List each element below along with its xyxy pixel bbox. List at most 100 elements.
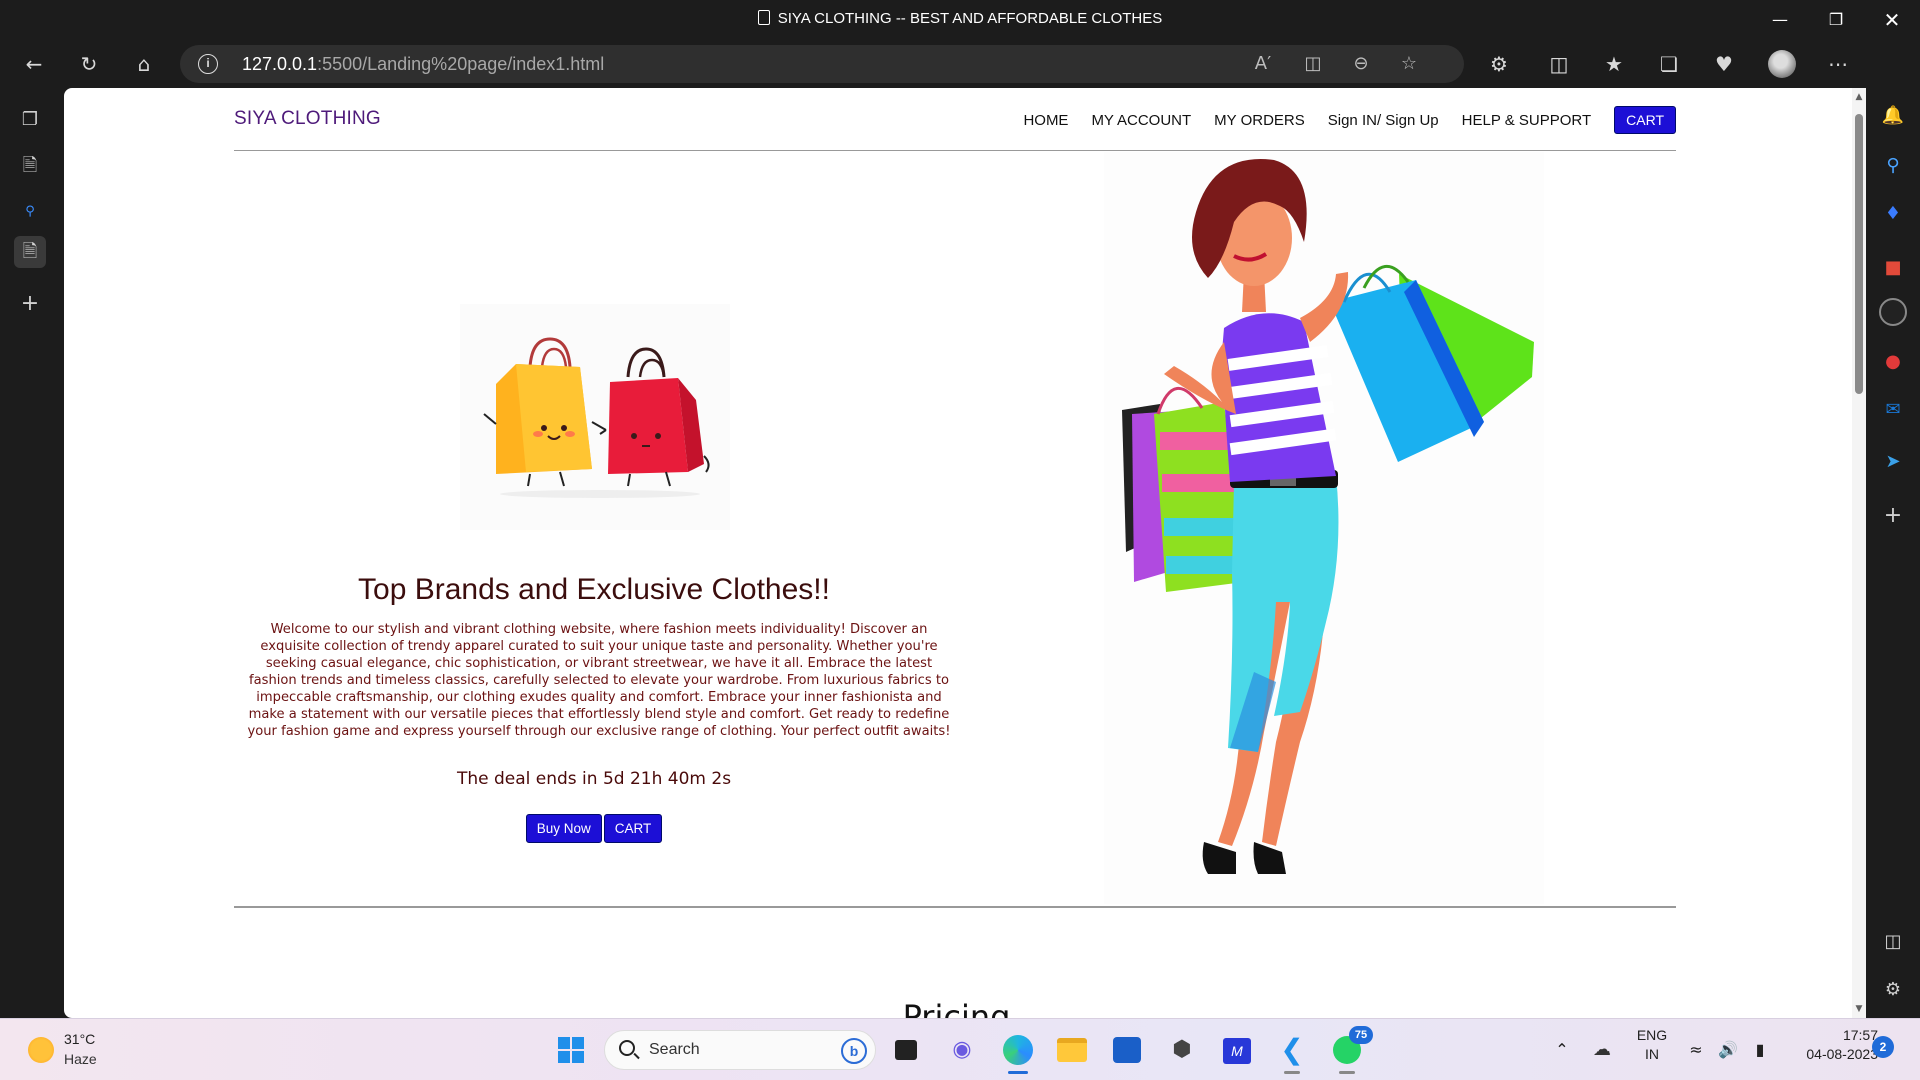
search-icon (619, 1040, 635, 1056)
vertical-tabs-sidebar: ❐ 🗎 ⚲ 🗎 + (0, 88, 64, 1018)
site-brand[interactable]: SIYA CLOTHING (234, 108, 381, 130)
nav-sign-in[interactable]: Sign IN/ Sign Up (1328, 112, 1439, 129)
window-title: SIYA CLOTHING -- BEST AND AFFORDABLE CLO… (0, 10, 1920, 27)
home-icon[interactable]: ⌂ (128, 48, 160, 80)
buy-now-button[interactable]: Buy Now (525, 814, 602, 843)
clock[interactable]: 17:57 04-08-2023 (1782, 1027, 1878, 1062)
tab-page-icon[interactable]: 🗎 (14, 150, 46, 182)
more-options-icon[interactable]: ⋯ (1822, 48, 1854, 80)
site-navbar: SIYA CLOTHING HOME MY ACCOUNT MY ORDERS … (234, 88, 1676, 151)
profile-avatar[interactable] (1766, 48, 1798, 80)
scrollbar-thumb[interactable] (1855, 114, 1863, 394)
weather-widget[interactable]: 31°C Haze (22, 1029, 142, 1073)
show-hidden-icons-icon[interactable]: ⌃ (1542, 1030, 1582, 1070)
clock-date: 04-08-2023 (1806, 1046, 1878, 1062)
shopping-bags-illustration (460, 304, 730, 530)
close-button[interactable]: ✕ (1864, 0, 1920, 40)
edge-taskbar-icon[interactable] (998, 1030, 1038, 1074)
sidebar-search-icon[interactable]: ⚲ (1877, 150, 1909, 182)
favorite-star-icon[interactable]: ☆ (1394, 49, 1424, 79)
sidebar-settings-icon[interactable]: ⚙ (1877, 974, 1909, 1006)
nav-cart-button[interactable]: CART (1614, 106, 1676, 134)
url-host: 127.0.0.1 (242, 54, 318, 74)
nav-my-orders[interactable]: MY ORDERS (1214, 112, 1305, 129)
refresh-icon[interactable]: ↻ (73, 48, 105, 80)
outlook-icon[interactable]: ✉ (1877, 394, 1909, 426)
zoom-out-icon[interactable]: ⊖ (1346, 49, 1376, 79)
window-title-bar: SIYA CLOTHING -- BEST AND AFFORDABLE CLO… (0, 0, 1920, 40)
onedrive-cloud-icon[interactable]: ☁ (1582, 1030, 1622, 1070)
split-screen-icon[interactable]: ◫ (1543, 48, 1575, 80)
taskbar-search[interactable]: Search b (604, 1030, 876, 1070)
unity-hub-icon[interactable]: ⬢ (1162, 1030, 1202, 1070)
page-viewport: SIYA CLOTHING HOME MY ACCOUNT MY ORDERS … (64, 88, 1866, 1018)
favorites-icon[interactable]: ★ (1598, 48, 1630, 80)
nav-links: HOME MY ACCOUNT MY ORDERS Sign IN/ Sign … (1000, 106, 1676, 134)
windows-taskbar: 31°C Haze Search b ◉ ⬢ M ❮ 75 ⌃ ☁ ENG IN … (0, 1018, 1920, 1080)
deal-countdown: The deal ends in 5d 21h 40m 2s (456, 769, 732, 789)
scroll-down-icon[interactable]: ▼ (1854, 1004, 1864, 1014)
new-tab-icon[interactable]: + (14, 288, 46, 320)
restore-button[interactable]: ❐ (1808, 0, 1864, 40)
notifications-bell-icon[interactable]: 🔔 (1877, 100, 1909, 132)
mathway-icon[interactable]: M (1217, 1030, 1257, 1070)
hide-sidebar-icon[interactable]: ◫ (1877, 926, 1909, 958)
hero-section: Top Brands and Exclusive Clothes!! Welco… (234, 151, 954, 903)
tools-icon[interactable]: ■ (1877, 252, 1909, 284)
nav-my-account[interactable]: MY ACCOUNT (1091, 112, 1191, 129)
file-explorer-icon[interactable] (1052, 1030, 1092, 1070)
vscode-icon[interactable]: ❮ (1272, 1030, 1312, 1074)
microsoft-store-icon[interactable] (1107, 1030, 1147, 1070)
teams-chat-icon[interactable]: ◉ (942, 1030, 982, 1070)
drop-icon[interactable]: ➤ (1877, 446, 1909, 478)
minimize-button[interactable]: — (1752, 0, 1808, 40)
site-info-icon[interactable]: i (198, 54, 218, 74)
edge-active-indicator (1008, 1071, 1028, 1074)
search-label: Search (649, 1041, 700, 1058)
url-path: :5500/Landing%20page/index1.html (317, 54, 605, 74)
nav-home[interactable]: HOME (1023, 112, 1068, 129)
active-tab-icon[interactable]: 🗎 (14, 236, 46, 268)
hero-title: Top Brands and Exclusive Clothes!! (358, 573, 830, 606)
tab-search-icon[interactable]: ⚲ (14, 196, 46, 228)
address-bar[interactable]: i 127.0.0.1:5500/Landing%20page/index1.h… (180, 45, 1464, 83)
document-icon (757, 10, 770, 25)
games-icon[interactable] (1877, 298, 1909, 330)
collections-icon[interactable]: ❏ (1653, 48, 1685, 80)
add-sidebar-app-icon[interactable]: + (1877, 500, 1909, 532)
vscode-open-indicator (1284, 1071, 1300, 1074)
haze-sun-icon (28, 1037, 54, 1063)
woman-shopping-illustration (1104, 152, 1544, 904)
games-character-icon[interactable]: ● (1877, 346, 1909, 378)
page-scrollbar[interactable]: ▲ ▼ (1852, 88, 1866, 1018)
weather-condition: Haze (64, 1051, 97, 1067)
pricing-heading: Pricing (902, 998, 1011, 1018)
immersive-reader-icon[interactable]: ◫ (1298, 49, 1328, 79)
notification-count-badge[interactable]: 2 (1872, 1036, 1894, 1058)
edge-sidebar: 🔔 ⚲ ♦ ■ ● ✉ ➤ + ◫ ⚙ (1866, 40, 1920, 1018)
extensions-icon[interactable]: ⚙ (1483, 48, 1515, 80)
hero-description: Welcome to our stylish and vibrant cloth… (247, 622, 951, 739)
battery-icon[interactable]: ▮ (1740, 1030, 1780, 1070)
task-view-icon[interactable] (886, 1030, 926, 1070)
section-divider (234, 906, 1676, 908)
region-code: IN (1645, 1046, 1659, 1062)
scroll-up-icon[interactable]: ▲ (1854, 92, 1864, 102)
back-icon[interactable]: ← (18, 48, 50, 80)
read-aloud-icon[interactable]: A′ (1248, 49, 1278, 79)
whatsapp-open-indicator (1339, 1071, 1355, 1074)
window-title-text: SIYA CLOTHING -- BEST AND AFFORDABLE CLO… (777, 10, 1163, 27)
clock-time: 17:57 (1842, 1027, 1878, 1043)
shopping-tag-icon[interactable]: ♦ (1877, 198, 1909, 230)
language-code: ENG (1636, 1027, 1668, 1043)
bing-search-icon[interactable]: b (841, 1038, 867, 1064)
windows-start-icon[interactable] (551, 1030, 591, 1070)
whatsapp-unread-badge: 75 (1349, 1026, 1373, 1044)
nav-help-support[interactable]: HELP & SUPPORT (1462, 112, 1592, 129)
browser-essentials-icon[interactable]: ♥ (1708, 48, 1740, 80)
input-language[interactable]: ENG IN (1630, 1027, 1674, 1062)
address-url[interactable]: 127.0.0.1:5500/Landing%20page/index1.htm… (242, 54, 604, 75)
whatsapp-icon[interactable]: 75 (1327, 1026, 1373, 1074)
hero-cart-button[interactable]: CART (603, 814, 663, 843)
tab-actions-icon[interactable]: ❐ (14, 104, 46, 136)
